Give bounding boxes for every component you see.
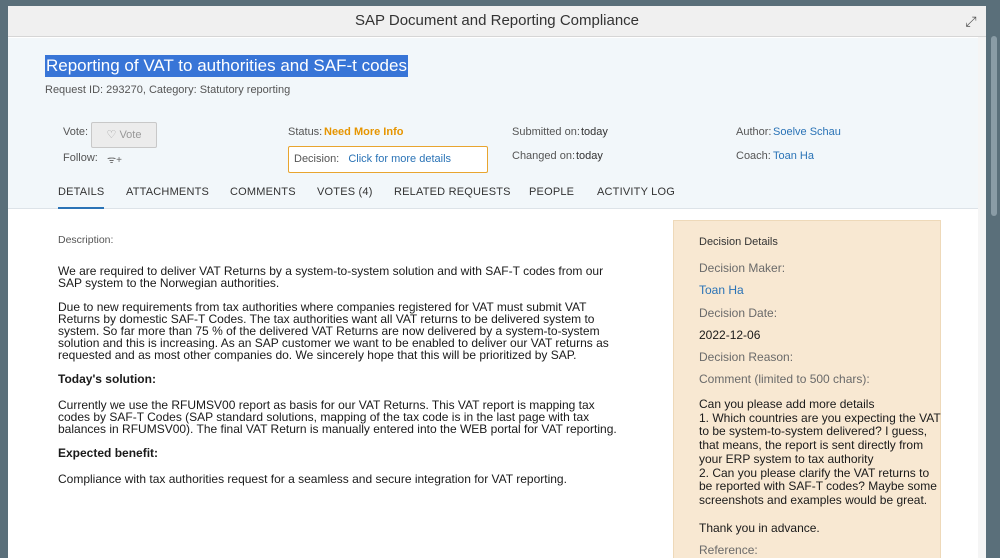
- tab-attachments[interactable]: ATTACHMENTS: [126, 186, 209, 209]
- coach-link[interactable]: Toan Ha: [773, 150, 814, 162]
- vote-button-label: Vote: [119, 129, 142, 141]
- dialog-scrollbar[interactable]: [978, 37, 986, 558]
- comment-thanks: Thank you in advance.: [699, 520, 820, 535]
- request-dialog: SAP Document and Reporting Compliance ⤢ …: [8, 6, 986, 558]
- follow-label: Follow:: [63, 152, 98, 164]
- decision-maker-label: Decision Maker:: [699, 261, 786, 275]
- description-label: Description:: [58, 234, 114, 246]
- description-paragraph: Compliance with tax authorities request …: [58, 472, 567, 486]
- description-paragraph: We are required to deliver VAT Returns b…: [58, 264, 604, 290]
- description-body: We are required to deliver VAT Returns b…: [58, 265, 623, 497]
- expand-icon[interactable]: ⤢: [962, 12, 980, 30]
- tab-activity-log[interactable]: ACTIVITY LOG: [597, 186, 675, 209]
- details-content: Description: We are required to deliver …: [8, 210, 986, 558]
- coach-label: Coach:: [736, 150, 771, 162]
- tab-related-requests[interactable]: RELATED REQUESTS: [394, 186, 511, 209]
- decision-date-value: 2022-12-06: [699, 328, 761, 342]
- decision-panel-title: Decision Details: [699, 236, 778, 248]
- decision-comment: Can you please add more details 1. Which…: [699, 397, 943, 508]
- request-header: Reporting of VAT to authorities and SAF-…: [8, 38, 986, 209]
- tab-comments[interactable]: COMMENTS: [230, 186, 296, 209]
- description-paragraph: Due to new requirements from tax authori…: [58, 300, 609, 362]
- changed-value: today: [576, 150, 603, 162]
- status-label: Status:: [288, 126, 323, 138]
- decision-date-label: Decision Date:: [699, 306, 778, 320]
- heart-icon: ♡: [106, 129, 117, 141]
- reference-label: Reference:: [699, 542, 758, 557]
- decision-box[interactable]: Decision: Click for more details: [288, 146, 488, 173]
- comment-line: Can you please add more details: [699, 397, 875, 411]
- tab-votes[interactable]: VOTES (4): [317, 186, 373, 209]
- vote-button[interactable]: ♡ Vote: [91, 122, 157, 148]
- tab-people[interactable]: PEOPLE: [529, 186, 574, 209]
- page-scrollbar[interactable]: [988, 0, 1000, 558]
- request-meta: Request ID: 293270, Category: Statutory …: [45, 84, 291, 96]
- comment-line: 2. Can you please clarify the VAT return…: [699, 465, 937, 507]
- tab-details[interactable]: DETAILS: [58, 186, 105, 209]
- decision-details-link[interactable]: Click for more details: [348, 153, 451, 165]
- vote-label: Vote:: [63, 126, 89, 138]
- author-link[interactable]: Soelve Schau: [773, 126, 841, 138]
- comment-line: 1. Which countries are you expecting the…: [699, 410, 941, 466]
- solution-heading: Today's solution:: [58, 372, 156, 386]
- request-title: Reporting of VAT to authorities and SAF-…: [45, 55, 408, 77]
- description-paragraph: Currently we use the RFUMSV00 report as …: [58, 398, 617, 436]
- author-label: Author:: [736, 126, 772, 138]
- rss-follow-icon[interactable]: ᯤ+: [107, 152, 122, 166]
- status-value: Need More Info: [324, 126, 404, 138]
- submitted-label: Submitted on:: [512, 126, 580, 138]
- dialog-title: SAP Document and Reporting Compliance: [354, 12, 640, 29]
- benefit-heading: Expected benefit:: [58, 446, 159, 460]
- comment-label: Comment (limited to 500 chars):: [699, 372, 870, 386]
- decision-details-panel: Decision Details Decision Maker: Toan Ha…: [673, 220, 941, 558]
- changed-label: Changed on:: [512, 150, 575, 162]
- decision-reason-label: Decision Reason:: [699, 350, 794, 364]
- decision-maker-link[interactable]: Toan Ha: [699, 283, 940, 297]
- decision-label: Decision:: [294, 153, 340, 165]
- dialog-titlebar: SAP Document and Reporting Compliance ⤢: [8, 6, 986, 37]
- page-scrollbar-thumb[interactable]: [991, 36, 997, 216]
- submitted-value: today: [581, 126, 608, 138]
